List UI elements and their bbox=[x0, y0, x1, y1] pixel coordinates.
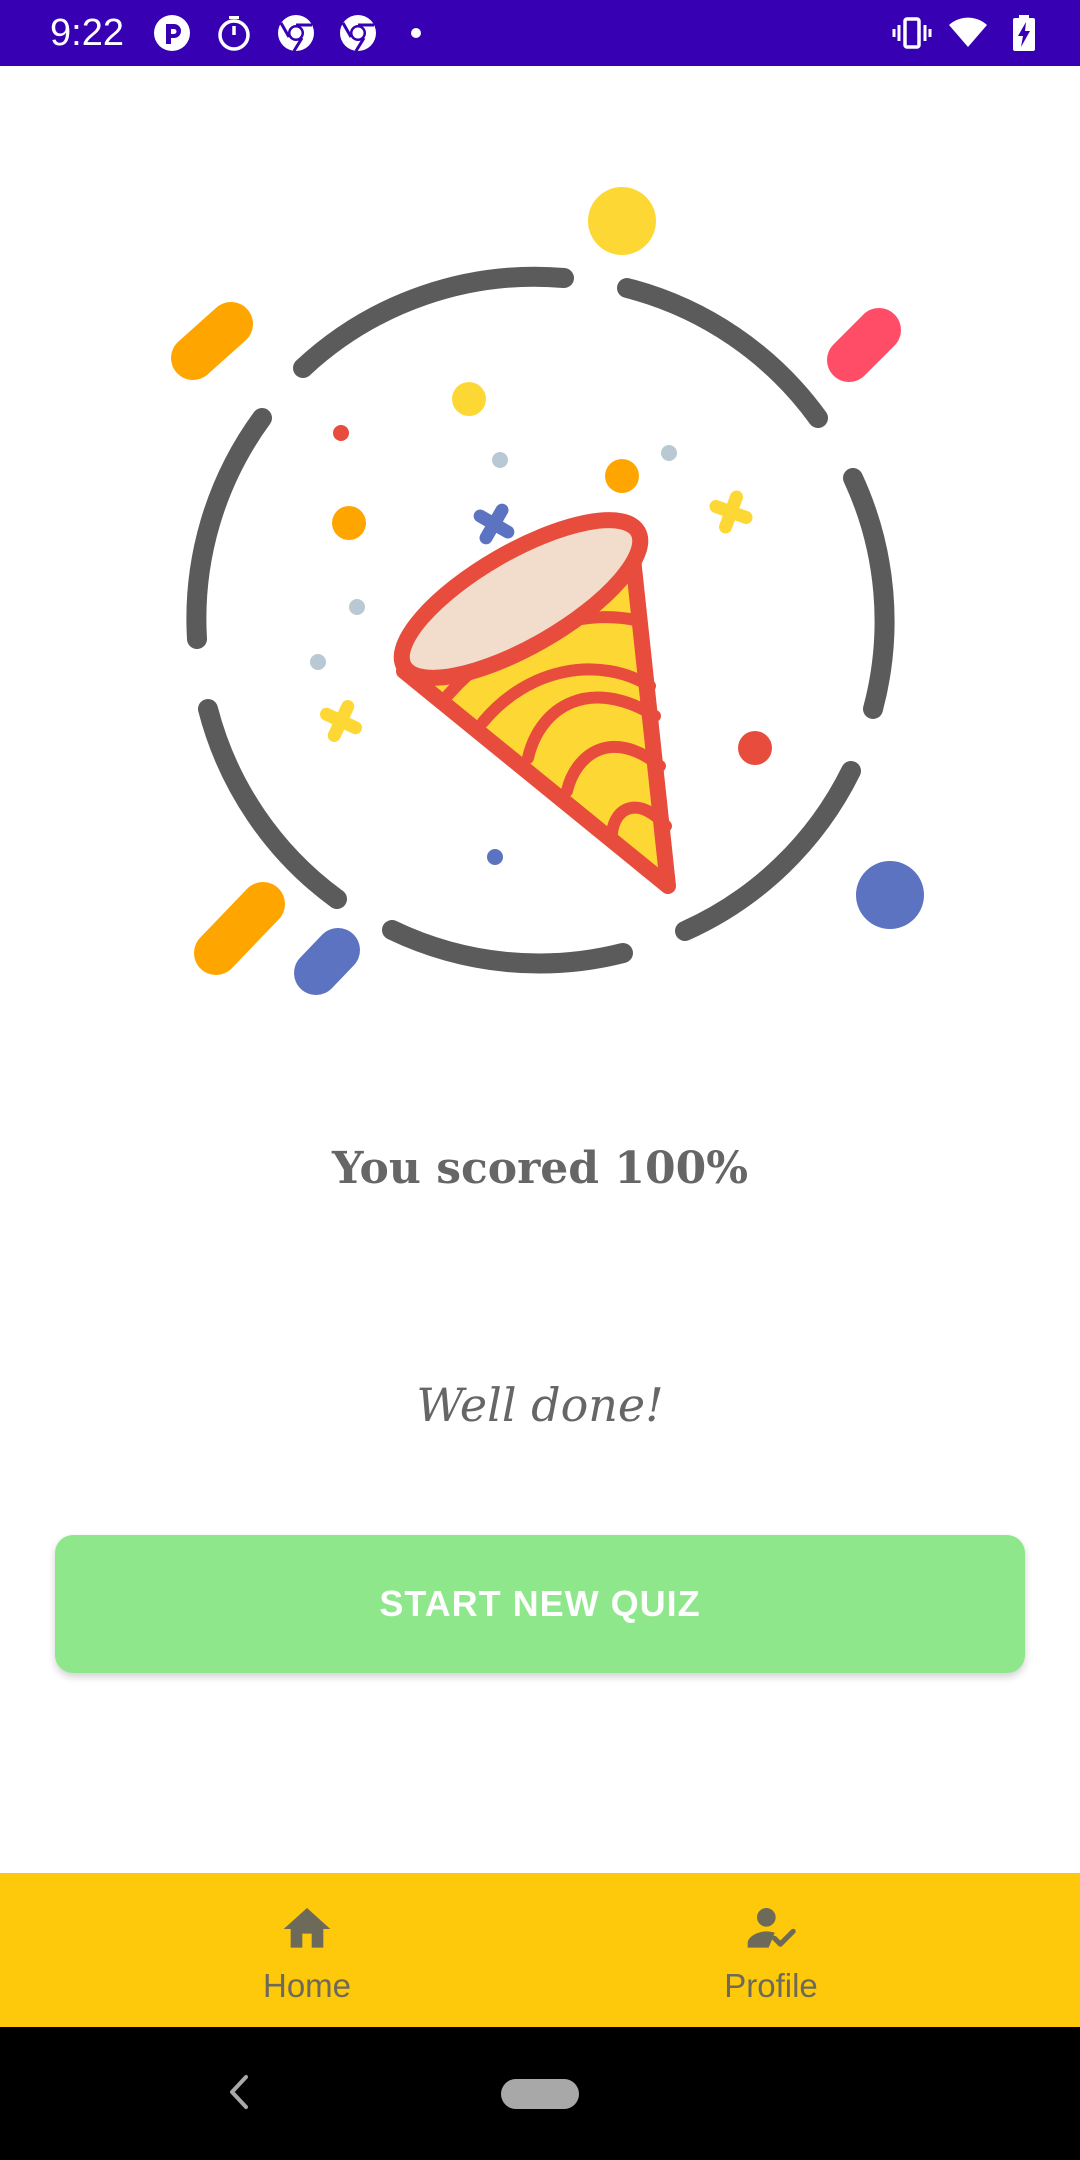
confetti-dot bbox=[588, 187, 656, 255]
profile-check-icon bbox=[747, 1908, 796, 1948]
confetti-streak bbox=[294, 928, 360, 995]
confetti-dot bbox=[332, 506, 366, 540]
party-popper-illustration bbox=[171, 187, 924, 995]
confetti-dot bbox=[605, 459, 639, 493]
start-new-quiz-button[interactable]: START NEW QUIZ bbox=[55, 1535, 1025, 1673]
confetti-dot bbox=[333, 425, 349, 441]
status-time: 9:22 bbox=[50, 12, 124, 54]
nav-label-home: Home bbox=[262, 1967, 352, 2004]
wifi-icon bbox=[949, 17, 987, 47]
confetti-dot bbox=[661, 445, 677, 461]
confetti-dot bbox=[492, 452, 508, 468]
confetti-dot bbox=[349, 599, 365, 615]
system-navigation-bar bbox=[0, 2027, 1080, 2160]
dot-icon bbox=[411, 28, 421, 38]
confetti-dot bbox=[452, 382, 486, 416]
confetti-dot bbox=[310, 654, 326, 670]
nav-label-profile: Profile bbox=[724, 1967, 818, 2004]
confetti-streak bbox=[194, 882, 285, 975]
home-icon bbox=[283, 1908, 331, 1948]
quiz-result-screen: 9:22 You scored 100% Well done! START NE… bbox=[0, 0, 1080, 2160]
confetti-dot bbox=[856, 861, 924, 929]
chrome-icon bbox=[278, 15, 314, 52]
score-text: You scored 100% bbox=[331, 1143, 749, 1194]
home-pill-icon[interactable] bbox=[501, 2079, 579, 2109]
confetti-streak bbox=[827, 308, 901, 382]
timer-icon bbox=[218, 16, 250, 51]
confetti-streak bbox=[171, 302, 253, 380]
message-text: Well done! bbox=[416, 1378, 664, 1432]
confetti-cross bbox=[319, 699, 363, 743]
nav-item-home[interactable]: Home bbox=[37, 1873, 577, 2027]
confetti-cross bbox=[473, 503, 515, 545]
confetti-dot bbox=[487, 849, 503, 865]
confetti-cross bbox=[709, 490, 753, 534]
bottom-navigation: Home Profile bbox=[0, 1873, 1080, 2027]
nav-item-profile[interactable]: Profile bbox=[501, 1873, 1041, 2027]
status-bar: 9:22 bbox=[0, 0, 1080, 66]
party-hat-cone bbox=[393, 512, 676, 894]
confetti-dot bbox=[738, 731, 772, 765]
start-new-quiz-label: START NEW QUIZ bbox=[379, 1583, 701, 1624]
battery-charging-icon bbox=[1013, 15, 1035, 51]
chrome-icon bbox=[340, 15, 376, 52]
vibrate-icon bbox=[892, 17, 932, 49]
back-chevron-icon[interactable] bbox=[218, 2067, 258, 2117]
app-notification-icon bbox=[154, 15, 190, 51]
